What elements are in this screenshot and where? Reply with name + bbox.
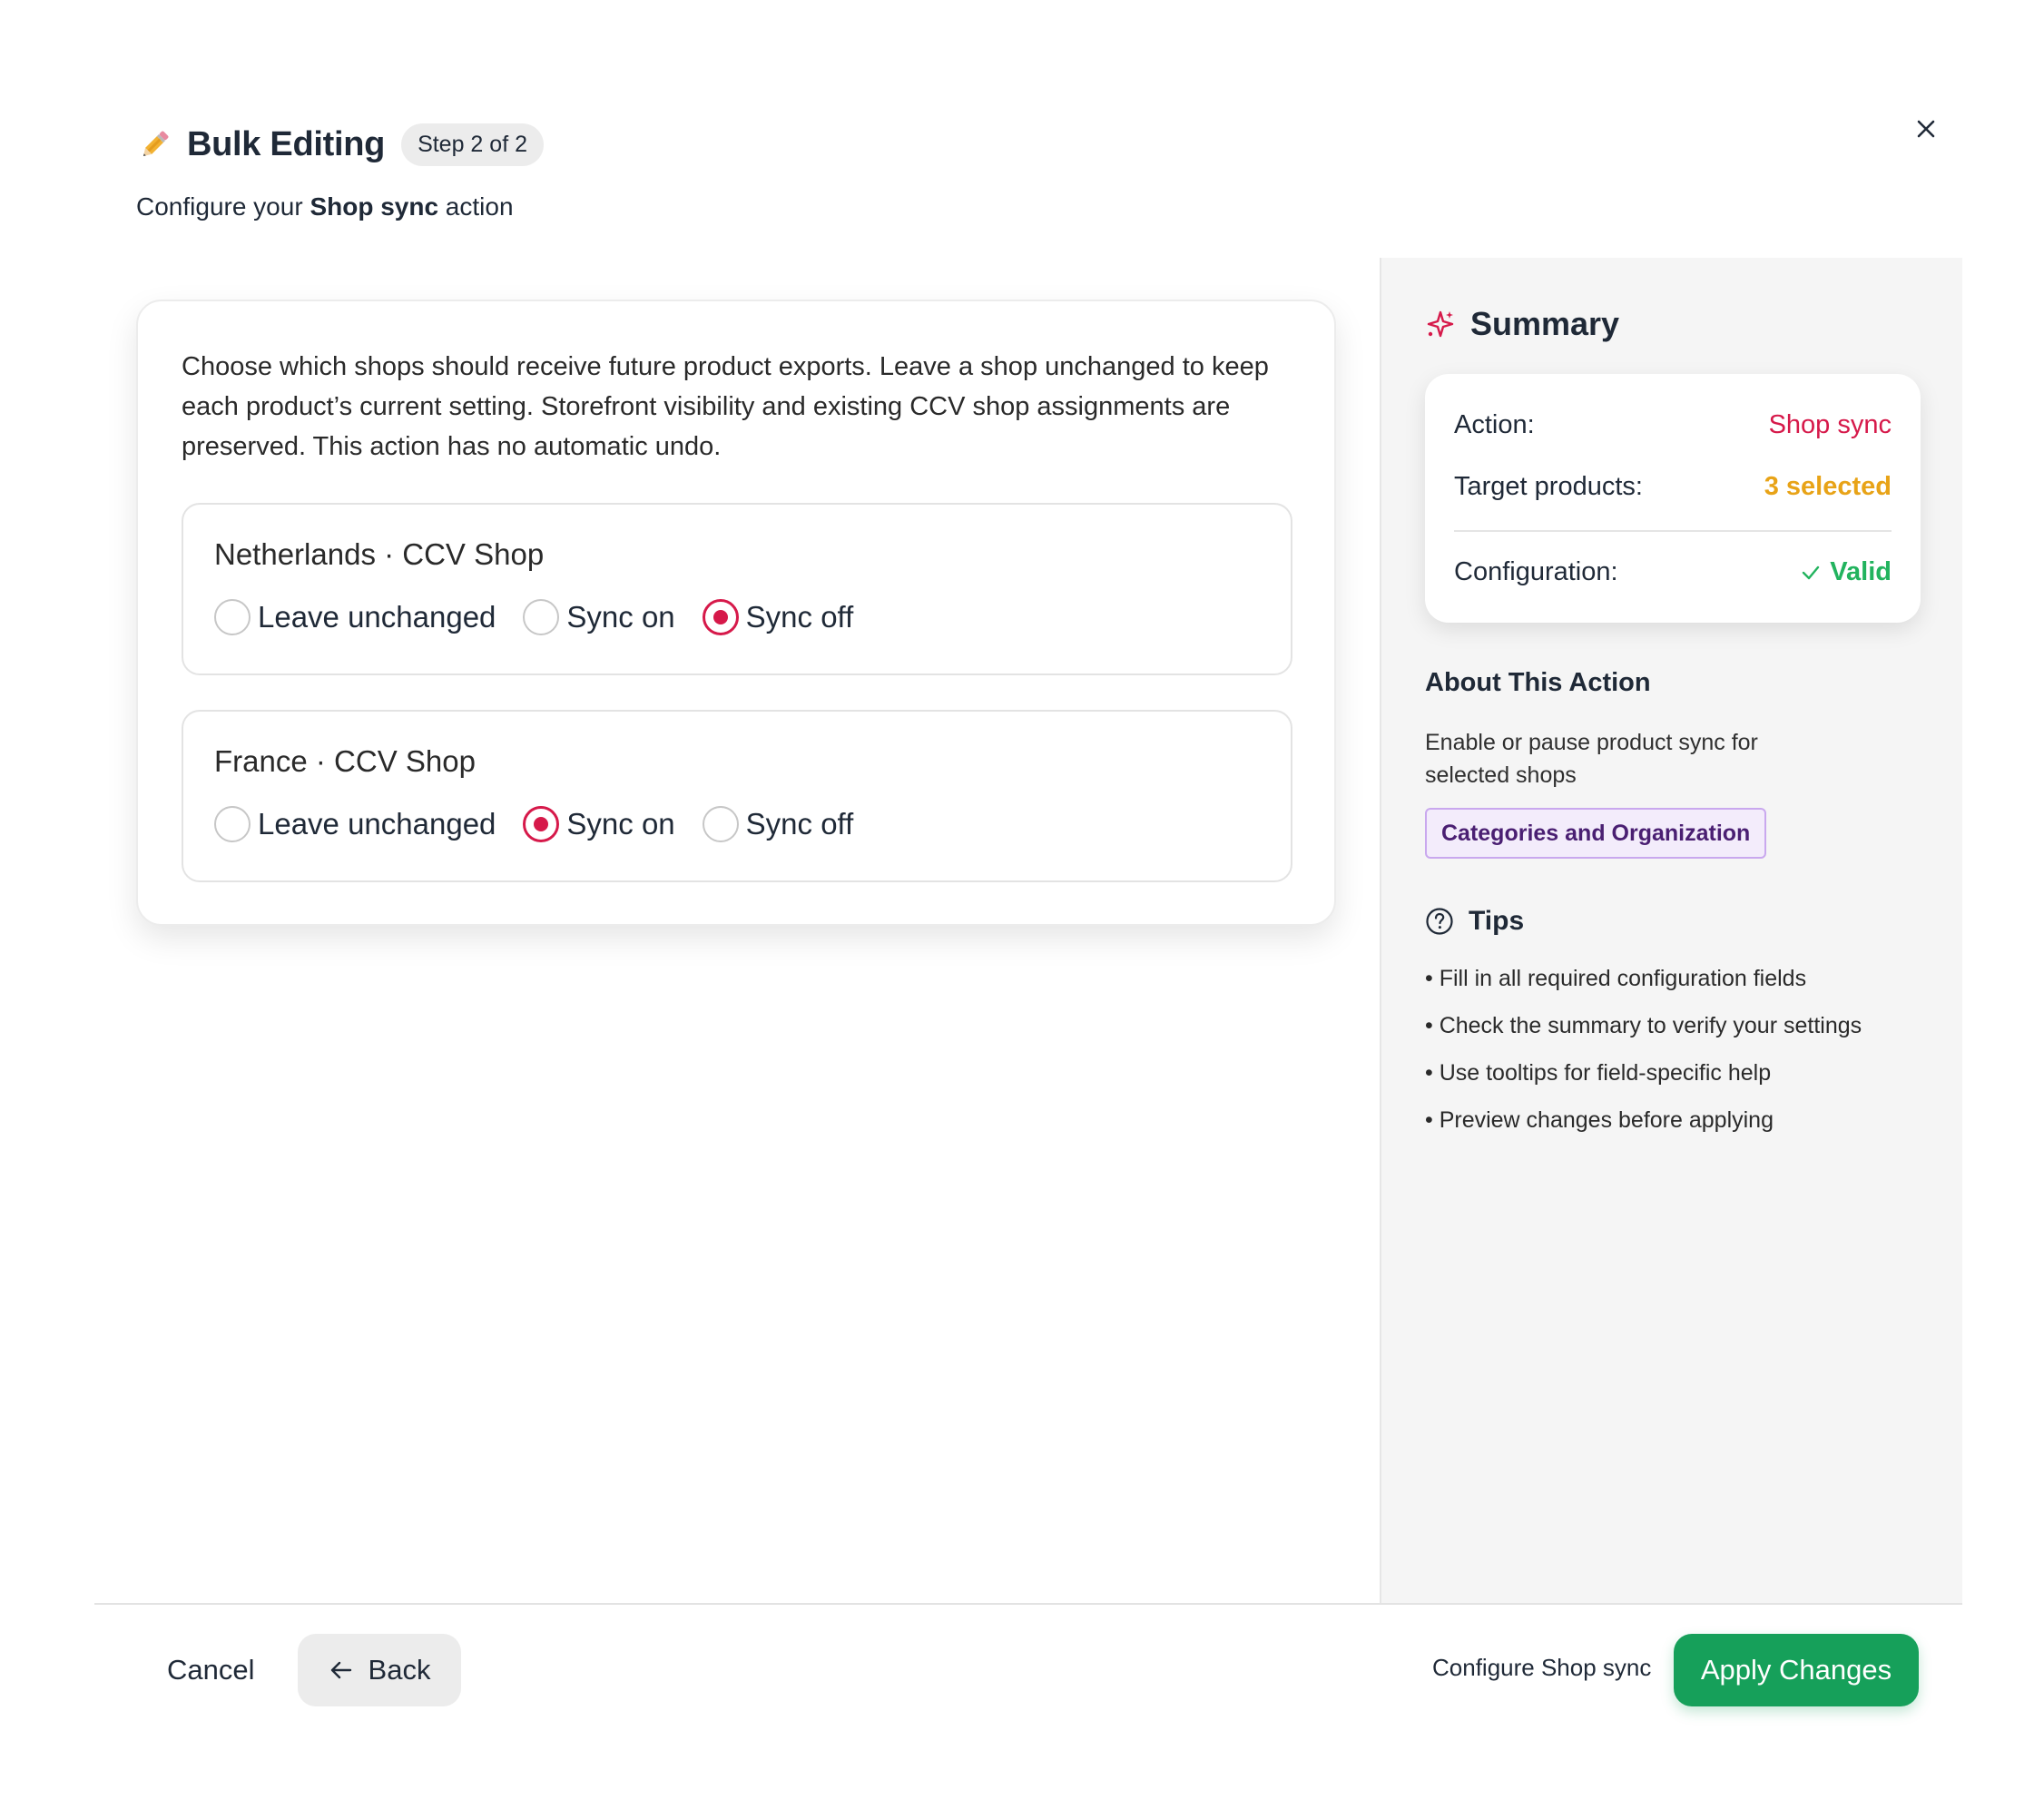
footer-divider	[94, 1603, 1962, 1605]
radio-label: Sync on	[566, 807, 675, 841]
modal-title: Bulk Editing	[187, 125, 386, 163]
summary-config-value: Valid	[1801, 557, 1892, 587]
radio-sync-on[interactable]: Sync on	[523, 599, 675, 635]
back-label: Back	[368, 1654, 431, 1686]
subtitle-action: Shop sync	[310, 192, 439, 221]
shop-name: France · CCV Shop	[214, 744, 476, 778]
summary-label: Configuration:	[1454, 557, 1618, 586]
summary-panel: Summary Action: Shop sync Target product…	[1380, 258, 1962, 1603]
sparkle-icon	[1427, 310, 1454, 338]
tip-item: • Preview changes before applying	[1425, 1107, 1774, 1133]
shop-card-netherlands: Netherlands · CCV Shop Leave unchanged S…	[182, 503, 1292, 675]
summary-card: Action: Shop sync Target products: 3 sel…	[1425, 374, 1921, 623]
radio-label: Leave unchanged	[258, 600, 496, 634]
tips-header: Tips	[1425, 906, 1524, 937]
summary-row-target: Target products: 3 selected	[1454, 472, 1892, 502]
cancel-button[interactable]: Cancel	[149, 1634, 273, 1706]
radio-sync-off[interactable]: Sync off	[702, 599, 854, 635]
configure-note: Configure Shop sync	[1432, 1654, 1652, 1681]
radio-circle-selected[interactable]	[523, 806, 560, 842]
radio-sync-off[interactable]: Sync off	[702, 806, 854, 842]
check-icon	[1803, 565, 1820, 579]
tip-item: • Use tooltips for field-specific help	[1425, 1060, 1772, 1086]
summary-target-value: 3 selected	[1764, 472, 1892, 501]
radio-label: Sync off	[745, 600, 854, 634]
summary-label: Action:	[1454, 410, 1535, 439]
tips-title: Tips	[1469, 906, 1525, 936]
shop-card-france: France · CCV Shop Leave unchanged Sync o…	[182, 710, 1292, 882]
modal-subtitle: Configure your Shop sync action	[136, 192, 514, 221]
summary-action-value: Shop sync	[1768, 410, 1892, 439]
radio-circle-selected[interactable]	[702, 599, 739, 635]
summary-row-config: Configuration: Valid	[1454, 557, 1892, 587]
about-description: Enable or pause product sync for selecte…	[1425, 730, 1758, 788]
sync-radio-group: Leave unchanged Sync on Sync off	[214, 806, 880, 842]
close-button[interactable]	[1910, 113, 1942, 145]
sync-radio-group: Leave unchanged Sync on Sync off	[214, 599, 880, 635]
valid-text: Valid	[1830, 557, 1892, 586]
radio-label: Sync on	[566, 600, 675, 634]
radio-leave-unchanged[interactable]: Leave unchanged	[214, 806, 496, 842]
about-title: About This Action	[1425, 668, 1651, 697]
summary-row-action: Action: Shop sync	[1454, 410, 1892, 440]
category-badge: Categories and Organization	[1425, 808, 1767, 859]
tip-item: • Fill in all required configuration fie…	[1425, 966, 1807, 991]
summary-title: Summary	[1470, 305, 1620, 342]
config-card: Choose which shops should receive future…	[136, 300, 1336, 926]
radio-sync-on[interactable]: Sync on	[523, 806, 675, 842]
tip-item: • Check the summary to verify your setti…	[1425, 1013, 1862, 1038]
question-circle-icon	[1426, 908, 1453, 935]
bulk-edit-modal: Bulk Editing Step 2 of 2 Configure your …	[0, 0, 2044, 1819]
back-button[interactable]: Back	[298, 1634, 461, 1706]
step-badge: Step 2 of 2	[401, 123, 544, 166]
radio-leave-unchanged[interactable]: Leave unchanged	[214, 599, 496, 635]
radio-circle[interactable]	[214, 806, 251, 842]
close-icon	[1917, 120, 1935, 138]
summary-divider	[1454, 530, 1892, 532]
radio-circle[interactable]	[214, 599, 251, 635]
radio-circle[interactable]	[523, 599, 560, 635]
apply-changes-button[interactable]: Apply Changes	[1674, 1634, 1919, 1706]
tips-list: • Fill in all required configuration fie…	[1425, 962, 1862, 1151]
summary-label: Target products:	[1454, 472, 1643, 501]
subtitle-suffix: action	[438, 192, 514, 221]
summary-header: Summary	[1425, 305, 1619, 343]
radio-label: Sync off	[745, 807, 854, 841]
subtitle-prefix: Configure your	[136, 192, 310, 221]
radio-circle[interactable]	[702, 806, 739, 842]
pencil-icon	[142, 131, 169, 156]
radio-label: Leave unchanged	[258, 807, 496, 841]
modal-header: Bulk Editing Step 2 of 2	[136, 123, 544, 166]
action-description: Choose which shops should receive future…	[182, 352, 1269, 461]
arrow-left-icon	[330, 1661, 351, 1679]
shop-name: Netherlands · CCV Shop	[214, 537, 545, 571]
